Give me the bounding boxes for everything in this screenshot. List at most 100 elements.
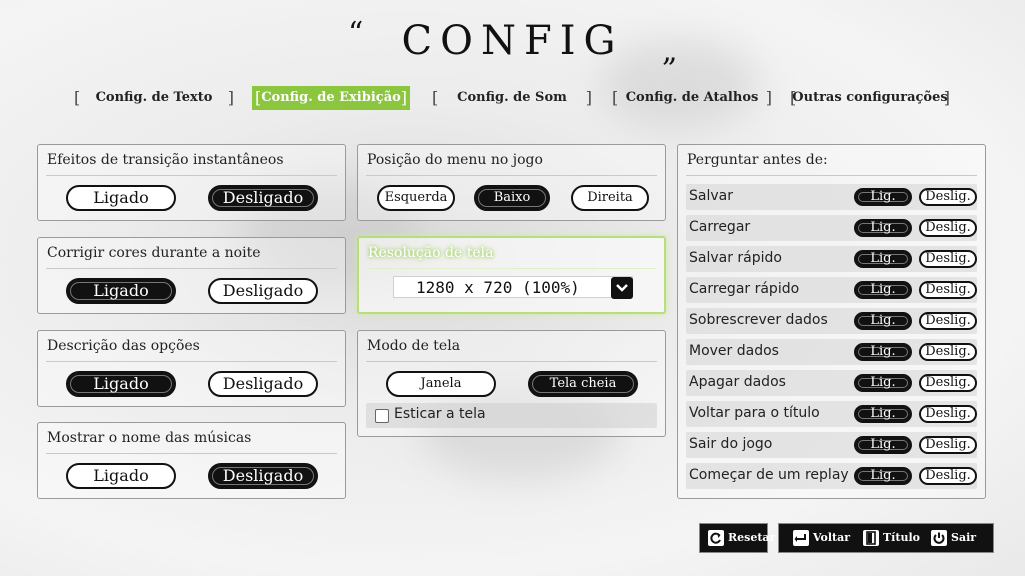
bracket-left: [	[255, 88, 262, 107]
title-label: Título	[883, 531, 920, 544]
ask-off-button[interactable]: Deslig.	[919, 436, 977, 454]
ask-row-delete: Apagar dados Lig. Deslig.	[686, 370, 977, 396]
screen-mode-panel: Modo de tela Janela Tela cheia Esticar a…	[357, 330, 666, 437]
panel-title: Corrigir cores durante a noite	[47, 245, 261, 261]
power-icon	[931, 530, 947, 546]
divider	[46, 361, 337, 362]
ask-row-save: Salvar Lig. Deslig.	[686, 184, 977, 210]
ask-on-button[interactable]: Lig.	[854, 188, 912, 206]
ask-off-button[interactable]: Deslig.	[919, 467, 977, 485]
config-tabs: [ Config. de Texto ] [ Config. de Exibiç…	[0, 86, 1025, 112]
off-button[interactable]: Desligado	[208, 463, 318, 489]
ask-label: Carregar rápido	[689, 281, 800, 297]
bracket-right: ]	[227, 88, 234, 107]
tab-label: Config. de Exibição	[261, 90, 401, 105]
tab-label: Config. de Atalhos	[625, 90, 759, 105]
on-button[interactable]: Ligado	[66, 278, 176, 304]
menu-left-button[interactable]: Esquerda	[377, 185, 455, 211]
off-button[interactable]: Desligado	[208, 371, 318, 397]
title-button[interactable]: Título	[863, 524, 923, 552]
reset-icon	[708, 530, 724, 546]
ask-on-button[interactable]: Lig.	[854, 374, 912, 392]
tab-label: Outras configurações	[792, 90, 948, 105]
ask-label: Começar de um replay	[689, 467, 849, 483]
ask-on-button[interactable]: Lig.	[854, 312, 912, 330]
tab-text[interactable]: [ Config. de Texto ]	[74, 86, 234, 110]
tab-sound[interactable]: [ Config. de Som ]	[432, 86, 592, 110]
chevron-down-icon[interactable]	[611, 277, 633, 299]
page-title: CONFIG	[401, 18, 624, 64]
night-color-panel: Corrigir cores durante a noite Ligado De…	[37, 237, 346, 314]
on-button[interactable]: Ligado	[66, 371, 176, 397]
exit-button[interactable]: Sair	[931, 524, 981, 552]
ask-row-overwrite: Sobrescrever dados Lig. Deslig.	[686, 308, 977, 334]
panel-title: Posição do menu no jogo	[367, 152, 543, 168]
ask-off-button[interactable]: Deslig.	[919, 405, 977, 423]
ask-on-button[interactable]: Lig.	[854, 405, 912, 423]
fullscreen-button[interactable]: Tela cheia	[528, 371, 638, 397]
ask-off-button[interactable]: Deslig.	[919, 374, 977, 392]
off-button[interactable]: Desligado	[208, 278, 318, 304]
panel-title: Mostrar o nome das músicas	[47, 430, 252, 446]
ask-label: Voltar para o título	[689, 405, 820, 421]
ask-label: Sair do jogo	[689, 436, 773, 452]
ask-on-button[interactable]: Lig.	[854, 436, 912, 454]
instant-transition-panel: Efeitos de transição instantâneos Ligado…	[37, 144, 346, 221]
ask-row-exit: Sair do jogo Lig. Deslig.	[686, 432, 977, 458]
tab-other[interactable]: [ Outras configurações ]	[790, 86, 950, 110]
ask-row-replay: Começar de um replay Lig. Deslig.	[686, 463, 977, 489]
tab-label: Config. de Som	[457, 90, 567, 105]
checkbox-icon[interactable]	[375, 409, 389, 423]
menu-bottom-button[interactable]: Baixo	[474, 185, 550, 211]
reset-button[interactable]: Resetar	[708, 524, 775, 552]
ask-off-button[interactable]: Deslig.	[919, 188, 977, 206]
option-description-panel: Descrição das opções Ligado Desligado	[37, 330, 346, 407]
off-button[interactable]: Desligado	[208, 185, 318, 211]
page-header: “ CONFIG „	[0, 12, 1025, 72]
ask-on-button[interactable]: Lig.	[854, 250, 912, 268]
ask-on-button[interactable]: Lig.	[854, 281, 912, 299]
tab-display[interactable]: [ Config. de Exibição ]	[252, 86, 410, 110]
divider	[366, 361, 657, 362]
panel-title: Descrição das opções	[47, 338, 200, 354]
on-button[interactable]: Ligado	[66, 185, 176, 211]
bracket-left: [	[432, 88, 439, 107]
bracket-right: ]	[400, 88, 407, 107]
ask-before-panel: Perguntar antes de: Salvar Lig. Deslig. …	[677, 144, 986, 499]
tab-shortcuts[interactable]: [ Config. de Atalhos ]	[612, 86, 772, 110]
back-icon	[793, 530, 809, 546]
divider	[366, 175, 657, 176]
panel-title: Modo de tela	[367, 338, 461, 354]
panel-title: Efeitos de transição instantâneos	[47, 152, 284, 168]
ask-on-button[interactable]: Lig.	[854, 219, 912, 237]
ask-row-load: Carregar Lig. Deslig.	[686, 215, 977, 241]
panel-title: Resolução de tela	[368, 245, 494, 261]
ask-on-button[interactable]: Lig.	[854, 343, 912, 361]
reset-bar: Resetar	[699, 523, 775, 553]
bracket-right: ]	[585, 88, 592, 107]
bracket-right: ]	[943, 88, 950, 107]
ask-off-button[interactable]: Deslig.	[919, 219, 977, 237]
back-button[interactable]: Voltar	[793, 524, 853, 552]
ask-off-button[interactable]: Deslig.	[919, 250, 977, 268]
ask-label: Salvar rápido	[689, 250, 782, 266]
menu-right-button[interactable]: Direita	[571, 185, 649, 211]
resolution-select[interactable]: 1280 x 720 (100%)	[393, 276, 633, 298]
ask-row-back-to-title: Voltar para o título Lig. Deslig.	[686, 401, 977, 427]
bracket-left: [	[790, 88, 797, 107]
bracket-left: [	[74, 88, 81, 107]
ask-label: Salvar	[689, 188, 733, 204]
bracket-right: ]	[765, 88, 772, 107]
divider	[46, 453, 337, 454]
window-mode-button[interactable]: Janela	[386, 371, 496, 397]
stretch-screen-checkbox[interactable]: Esticar a tela	[366, 403, 657, 428]
ask-on-button[interactable]: Lig.	[854, 467, 912, 485]
ask-off-button[interactable]: Deslig.	[919, 312, 977, 330]
on-button[interactable]: Ligado	[66, 463, 176, 489]
divider	[46, 268, 337, 269]
ask-off-button[interactable]: Deslig.	[919, 343, 977, 361]
ask-label: Apagar dados	[689, 374, 786, 390]
ask-label: Carregar	[689, 219, 751, 235]
ask-off-button[interactable]: Deslig.	[919, 281, 977, 299]
ask-row-quick-load: Carregar rápido Lig. Deslig.	[686, 277, 977, 303]
